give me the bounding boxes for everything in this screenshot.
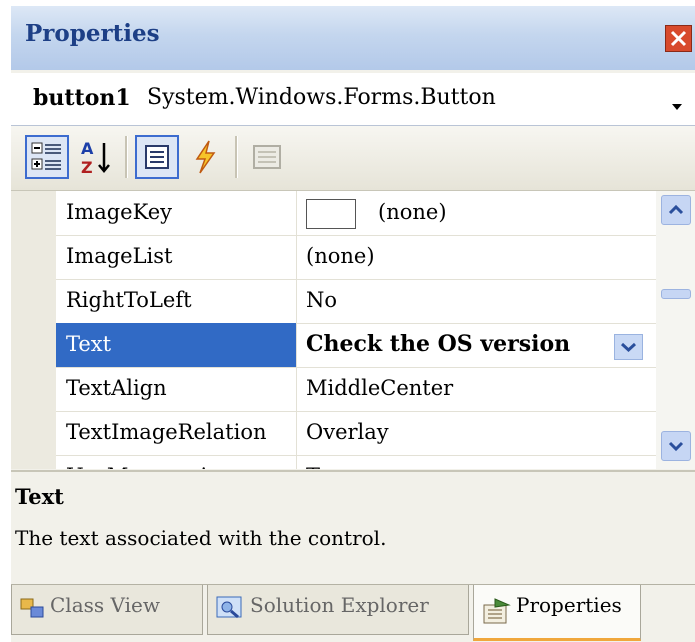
description-pane: Text The text associated with the contro… [11, 470, 695, 582]
close-icon [670, 30, 687, 47]
object-selector[interactable]: button1 System.Windows.Forms.Button [11, 73, 695, 126]
chevron-down-icon[interactable] [662, 91, 692, 121]
properties-window: Properties button1 System.Windows.Forms.… [11, 6, 695, 642]
categorized-icon [31, 142, 61, 170]
solution-explorer-icon [216, 596, 242, 619]
scroll-down-button[interactable] [661, 431, 691, 461]
property-row-textimagerelation[interactable]: TextImageRelation Overlay [56, 411, 656, 456]
value-dropdown-button[interactable] [614, 334, 643, 360]
property-value[interactable]: No [306, 279, 656, 323]
property-pages-button[interactable] [245, 135, 289, 179]
grid-gutter [11, 191, 56, 469]
property-value-text: (none) [378, 200, 447, 224]
alphabetical-sort-icon: A Z [81, 139, 110, 177]
property-value[interactable]: Overlay [306, 411, 656, 455]
alphabetical-button[interactable]: A Z [75, 135, 119, 179]
description-title: Text [15, 484, 64, 509]
property-name: ImageKey [56, 191, 297, 235]
chevron-up-icon [668, 204, 684, 215]
property-row-imagekey[interactable]: ImageKey (none) [56, 191, 656, 236]
property-value[interactable]: Check the OS version [306, 323, 656, 367]
scroll-thumb[interactable] [661, 289, 691, 299]
tab-properties[interactable]: Properties [473, 585, 641, 641]
svg-text:A: A [81, 139, 94, 158]
property-name: Text [56, 323, 297, 367]
title-bar: Properties [11, 6, 695, 70]
property-pages-icon [253, 145, 281, 169]
properties-view-button[interactable] [135, 135, 179, 179]
property-name: RightToLeft [56, 279, 297, 323]
close-button[interactable] [665, 25, 692, 52]
property-grid: ImageKey (none) ImageList (none) RightTo… [11, 191, 695, 469]
events-lightning-icon [195, 140, 216, 174]
property-row-text[interactable]: Text Check the OS version [56, 323, 656, 368]
tab-class-view[interactable]: Class View [11, 585, 203, 635]
window-title: Properties [25, 20, 160, 47]
property-value[interactable]: (none) [306, 235, 656, 279]
property-name: TextImageRelation [56, 411, 297, 455]
chevron-down-icon [620, 342, 637, 353]
description-text: The text associated with the control. [15, 526, 387, 550]
selected-object-name: button1 [33, 85, 131, 111]
bottom-tab-strip: Class View Solution Explorer Properties [11, 584, 695, 642]
tab-solution-explorer[interactable]: Solution Explorer [207, 585, 469, 635]
properties-list-icon [145, 145, 169, 169]
property-value[interactable]: MiddleCenter [306, 367, 656, 411]
property-value[interactable]: True [306, 455, 656, 469]
property-row-righttoleft[interactable]: RightToLeft No [56, 279, 656, 324]
properties-toolbar: A Z [11, 126, 695, 191]
events-button[interactable] [183, 135, 227, 179]
property-name: TextAlign [56, 367, 297, 411]
property-name: ImageList [56, 235, 297, 279]
properties-icon [483, 598, 511, 624]
tab-label: Properties [516, 593, 622, 617]
class-view-icon [20, 598, 44, 618]
property-row-usemnemonic[interactable]: UseMnemonic True [56, 455, 656, 469]
image-swatch [306, 198, 356, 229]
tab-label: Solution Explorer [250, 593, 429, 617]
tab-label: Class View [50, 593, 160, 617]
scroll-up-button[interactable] [661, 195, 691, 225]
property-value[interactable]: (none) [306, 191, 656, 235]
vertical-scrollbar[interactable] [656, 191, 695, 469]
selected-object-type: System.Windows.Forms.Button [147, 85, 496, 110]
property-name: UseMnemonic [56, 455, 297, 469]
categorized-button[interactable] [25, 135, 69, 179]
chevron-down-icon [668, 441, 684, 452]
property-row-textalign[interactable]: TextAlign MiddleCenter [56, 367, 656, 412]
property-row-imagelist[interactable]: ImageList (none) [56, 235, 656, 280]
svg-text:Z: Z [81, 158, 93, 177]
